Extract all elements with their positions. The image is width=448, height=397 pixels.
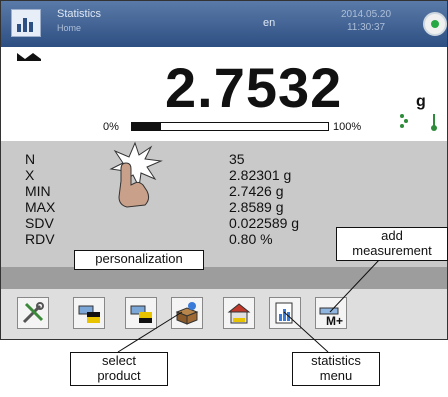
personalization-label: personalization bbox=[95, 251, 183, 266]
select-product-label-2: product bbox=[97, 368, 141, 383]
add-measurement-label-2: measurement bbox=[352, 243, 432, 258]
add-measurement-label-1: add bbox=[381, 228, 403, 243]
statistics-menu-label-2: menu bbox=[319, 368, 353, 383]
statistics-menu-label-1: statistics bbox=[311, 353, 361, 368]
select-product-label-1: select bbox=[102, 353, 136, 368]
select-product-callout: select product bbox=[70, 352, 168, 386]
statistics-menu-callout: statistics menu bbox=[292, 352, 380, 386]
personalization-callout: personalization bbox=[74, 250, 204, 270]
add-measurement-callout: add measurement bbox=[336, 227, 448, 261]
callout-leaders bbox=[117, 258, 381, 353]
